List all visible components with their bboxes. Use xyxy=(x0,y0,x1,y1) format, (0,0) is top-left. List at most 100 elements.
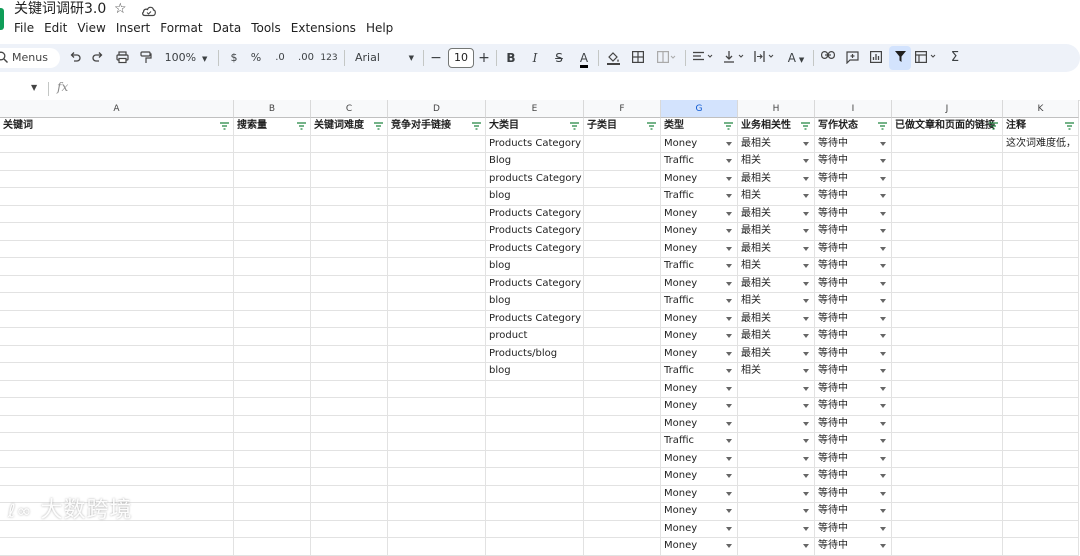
cell-a[interactable] xyxy=(0,188,234,206)
column-filter-icon[interactable] xyxy=(220,122,229,130)
cell-d[interactable] xyxy=(388,153,486,171)
dropdown-arrow-icon[interactable] xyxy=(803,526,809,531)
increase-font-size-button[interactable]: + xyxy=(477,44,491,72)
cell-j[interactable] xyxy=(892,503,1003,521)
cell-c[interactable] xyxy=(311,310,388,328)
name-box-dropdown-icon[interactable]: ▼ xyxy=(31,83,37,92)
dropdown-arrow-icon[interactable] xyxy=(726,491,732,496)
cell-e[interactable] xyxy=(486,538,584,556)
cell-b[interactable] xyxy=(234,520,311,538)
cell-g[interactable]: Money xyxy=(661,240,738,258)
insert-comment-icon[interactable] xyxy=(843,44,861,72)
column-filter-icon[interactable] xyxy=(647,122,656,130)
dropdown-arrow-icon[interactable] xyxy=(726,281,732,286)
cell-i[interactable]: 等待中 xyxy=(815,135,892,153)
dropdown-arrow-icon[interactable] xyxy=(726,456,732,461)
cell-k[interactable] xyxy=(1003,153,1079,171)
cell-k[interactable] xyxy=(1003,310,1079,328)
cell-b[interactable] xyxy=(234,310,311,328)
cell-j[interactable] xyxy=(892,275,1003,293)
font-select[interactable]: Arial ▼ xyxy=(350,44,418,72)
menu-format[interactable]: Format xyxy=(155,19,207,37)
cell-b[interactable] xyxy=(234,468,311,486)
cell-c[interactable] xyxy=(311,363,388,381)
cell-c[interactable] xyxy=(311,398,388,416)
vertical-align-icon[interactable] xyxy=(722,44,748,72)
cell-f[interactable] xyxy=(584,293,661,311)
cell-a[interactable] xyxy=(0,450,234,468)
dropdown-arrow-icon[interactable] xyxy=(803,299,809,303)
cell-k[interactable] xyxy=(1003,258,1079,276)
cell-h[interactable]: 最相关 xyxy=(738,240,815,258)
cell-j[interactable] xyxy=(892,153,1003,171)
menu-view[interactable]: View xyxy=(72,19,110,37)
header-cell[interactable]: 搜索量 xyxy=(234,118,311,136)
cell-e[interactable] xyxy=(486,380,584,398)
cell-b[interactable] xyxy=(234,293,311,311)
cell-b[interactable] xyxy=(234,380,311,398)
cell-k[interactable] xyxy=(1003,450,1079,468)
cell-g[interactable]: Money xyxy=(661,468,738,486)
cell-k[interactable] xyxy=(1003,468,1079,486)
menu-help[interactable]: Help xyxy=(361,19,398,37)
cell-d[interactable] xyxy=(388,503,486,521)
dropdown-arrow-icon[interactable] xyxy=(880,229,886,233)
dropdown-arrow-icon[interactable] xyxy=(726,246,732,251)
cell-g[interactable]: Traffic xyxy=(661,363,738,381)
header-cell[interactable]: 关键词 xyxy=(0,118,234,136)
cell-k[interactable] xyxy=(1003,240,1079,258)
cell-g[interactable]: Money xyxy=(661,310,738,328)
cell-f[interactable] xyxy=(584,520,661,538)
dropdown-arrow-icon[interactable] xyxy=(803,544,809,548)
cell-f[interactable] xyxy=(584,275,661,293)
cell-e[interactable]: Products Category xyxy=(486,135,584,153)
dropdown-arrow-icon[interactable] xyxy=(880,369,886,373)
dropdown-arrow-icon[interactable] xyxy=(880,211,886,216)
dropdown-arrow-icon[interactable] xyxy=(803,176,809,181)
dropdown-arrow-icon[interactable] xyxy=(803,264,809,268)
dropdown-arrow-icon[interactable] xyxy=(803,211,809,216)
column-filter-icon[interactable] xyxy=(570,122,579,130)
cell-i[interactable]: 等待中 xyxy=(815,468,892,486)
dropdown-arrow-icon[interactable] xyxy=(803,316,809,321)
print-icon[interactable] xyxy=(113,44,131,72)
cell-g[interactable]: Traffic xyxy=(661,433,738,451)
dropdown-arrow-icon[interactable] xyxy=(726,421,732,426)
menu-edit[interactable]: Edit xyxy=(39,19,72,37)
cell-b[interactable] xyxy=(234,433,311,451)
column-filter-icon[interactable] xyxy=(472,122,481,130)
cell-d[interactable] xyxy=(388,170,486,188)
cell-h[interactable] xyxy=(738,520,815,538)
cell-b[interactable] xyxy=(234,170,311,188)
dropdown-arrow-icon[interactable] xyxy=(880,316,886,321)
increase-decimal-button[interactable]: .00 xyxy=(295,44,317,72)
cell-f[interactable] xyxy=(584,205,661,223)
cell-a[interactable] xyxy=(0,293,234,311)
cell-k[interactable] xyxy=(1003,293,1079,311)
cell-b[interactable] xyxy=(234,153,311,171)
cell-h[interactable]: 最相关 xyxy=(738,310,815,328)
cell-g[interactable]: Money xyxy=(661,223,738,241)
cell-e[interactable]: blog xyxy=(486,188,584,206)
cell-i[interactable]: 等待中 xyxy=(815,310,892,328)
sheets-logo[interactable] xyxy=(0,8,4,30)
cell-i[interactable]: 等待中 xyxy=(815,223,892,241)
cell-d[interactable] xyxy=(388,310,486,328)
column-header-j[interactable]: J xyxy=(892,100,1003,118)
undo-icon[interactable] xyxy=(66,44,84,72)
cell-d[interactable] xyxy=(388,188,486,206)
dropdown-arrow-icon[interactable] xyxy=(880,491,886,496)
cell-f[interactable] xyxy=(584,450,661,468)
cell-j[interactable] xyxy=(892,468,1003,486)
dropdown-arrow-icon[interactable] xyxy=(803,421,809,426)
strikethrough-button[interactable]: S xyxy=(551,44,567,72)
dropdown-arrow-icon[interactable] xyxy=(726,211,732,216)
cell-d[interactable] xyxy=(388,205,486,223)
cell-c[interactable] xyxy=(311,520,388,538)
cell-e[interactable]: Products Category xyxy=(486,310,584,328)
cell-c[interactable] xyxy=(311,258,388,276)
cell-i[interactable]: 等待中 xyxy=(815,328,892,346)
cell-a[interactable] xyxy=(0,310,234,328)
cell-e[interactable]: Blog xyxy=(486,153,584,171)
cell-i[interactable]: 等待中 xyxy=(815,538,892,556)
